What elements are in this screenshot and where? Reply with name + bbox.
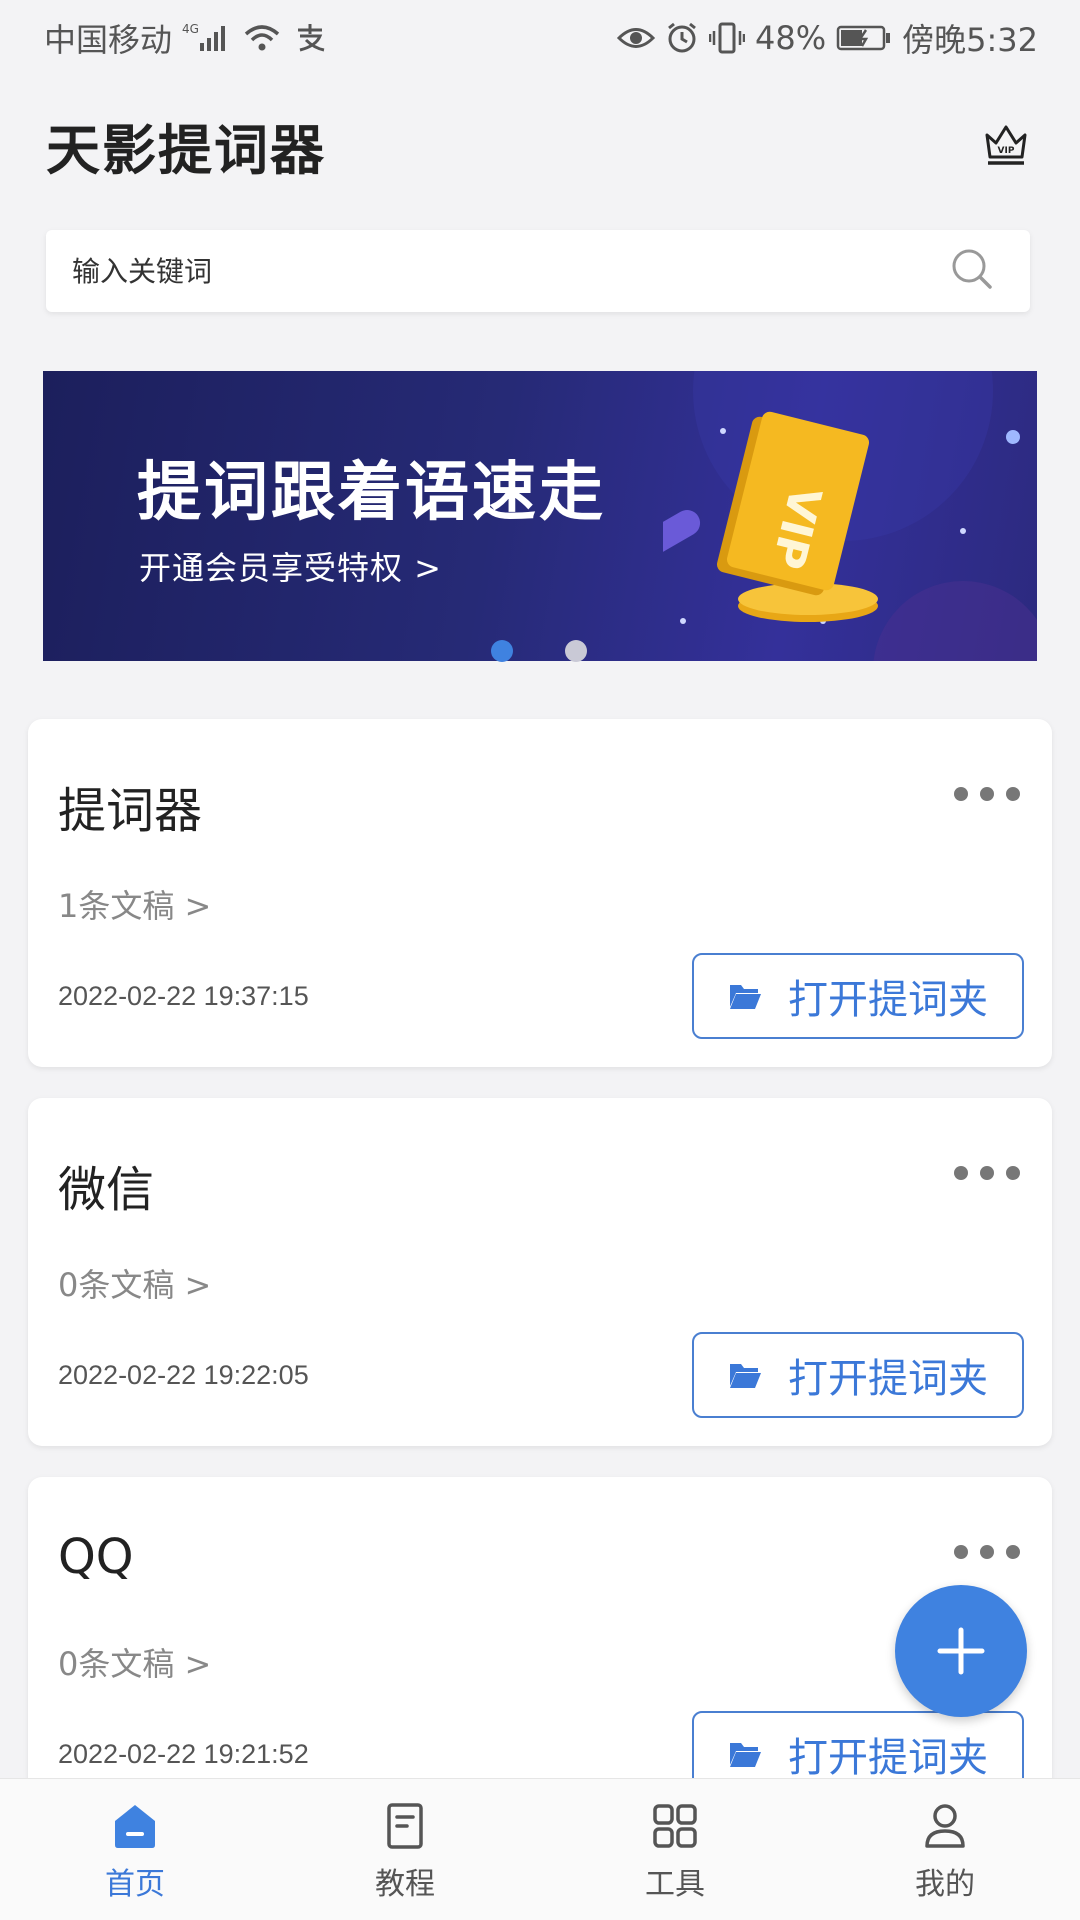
folder-icon [730, 1743, 761, 1767]
open-folder-button[interactable]: 打开提词夹 [692, 953, 1024, 1039]
bottom-navigation: 首页 教程 工具 我的 [0, 1778, 1080, 1920]
folder-name: 提词器 [58, 783, 203, 839]
pagination-dot-active[interactable] [491, 640, 513, 662]
nav-tools-label: 工具 [645, 1867, 705, 1902]
alarm-icon [665, 21, 699, 55]
plus-icon [937, 1627, 985, 1675]
vip-crown-icon: VIP [985, 125, 1027, 165]
app-title: 天影提词器 [46, 118, 326, 182]
app-header: 天影提词器 VIP [0, 100, 1080, 190]
more-options-icon[interactable] [954, 1545, 1020, 1559]
folder-name: 微信 [58, 1162, 155, 1218]
eye-icon [617, 23, 655, 53]
open-folder-label: 打开提词夹 [788, 1735, 988, 1781]
profile-icon [925, 1804, 965, 1848]
status-bar: 中国移动 4G 48% 傍晚5:32 [0, 0, 1080, 76]
script-count-link[interactable]: 1条文稿 > [58, 881, 211, 927]
battery-charging-icon [836, 23, 892, 53]
promo-banner[interactable]: 提词跟着语速走 开通会员享受特权 > VIP [43, 371, 1037, 661]
nav-tutorial-label: 教程 [375, 1867, 435, 1902]
folder-date: 2022-02-22 19:21:52 [58, 1739, 309, 1769]
banner-title: 提词跟着语速走 [137, 456, 606, 530]
vip-card-illustration: VIP [663, 371, 1037, 661]
vip-crown-button[interactable]: VIP [976, 115, 1036, 175]
nav-home[interactable]: 首页 [0, 1779, 270, 1920]
signal-icon: 4G [182, 21, 232, 55]
banner-subtitle[interactable]: 开通会员享受特权 > [139, 543, 442, 589]
open-folder-button[interactable]: 打开提词夹 [692, 1332, 1024, 1418]
more-options-icon[interactable] [954, 1166, 1020, 1180]
folder-name: QQ [58, 1529, 134, 1585]
home-icon [115, 1805, 155, 1848]
open-folder-label: 打开提词夹 [788, 977, 988, 1023]
nav-home-label: 首页 [105, 1867, 165, 1902]
script-count-link[interactable]: 0条文稿 > [58, 1639, 211, 1685]
document-icon [387, 1803, 423, 1849]
search-input[interactable] [72, 254, 872, 288]
wifi-icon [242, 22, 282, 54]
search-icon[interactable] [950, 247, 994, 295]
alipay-icon [292, 22, 328, 54]
nav-tutorial[interactable]: 教程 [270, 1779, 540, 1920]
script-count-link[interactable]: 0条文稿 > [58, 1260, 211, 1306]
banner-pagination [0, 636, 1080, 666]
folder-card[interactable]: 微信 0条文稿 > 2022-02-22 19:22:05 打开提词夹 [28, 1098, 1052, 1446]
network-label: 4G [182, 22, 199, 36]
carrier-label: 中国移动 [44, 21, 173, 59]
pagination-dot[interactable] [565, 640, 587, 662]
vibrate-icon [709, 21, 745, 55]
nav-tools[interactable]: 工具 [540, 1779, 810, 1920]
folder-icon [730, 1364, 761, 1388]
grid-icon [653, 1804, 697, 1848]
folder-date: 2022-02-22 19:22:05 [58, 1360, 309, 1390]
search-bar [46, 230, 1030, 312]
more-options-icon[interactable] [954, 787, 1020, 801]
folder-card[interactable]: 提词器 1条文稿 > 2022-02-22 19:37:15 打开提词夹 [28, 719, 1052, 1067]
vip-crown-label: VIP [998, 146, 1015, 156]
nav-profile[interactable]: 我的 [810, 1779, 1080, 1920]
folder-icon [730, 985, 761, 1009]
nav-profile-label: 我的 [915, 1867, 975, 1902]
clock: 傍晚5:32 [902, 21, 1038, 59]
battery-percent: 48% [755, 19, 827, 57]
add-folder-button[interactable] [895, 1585, 1027, 1717]
open-folder-label: 打开提词夹 [788, 1356, 988, 1402]
folder-date: 2022-02-22 19:37:15 [58, 981, 309, 1011]
